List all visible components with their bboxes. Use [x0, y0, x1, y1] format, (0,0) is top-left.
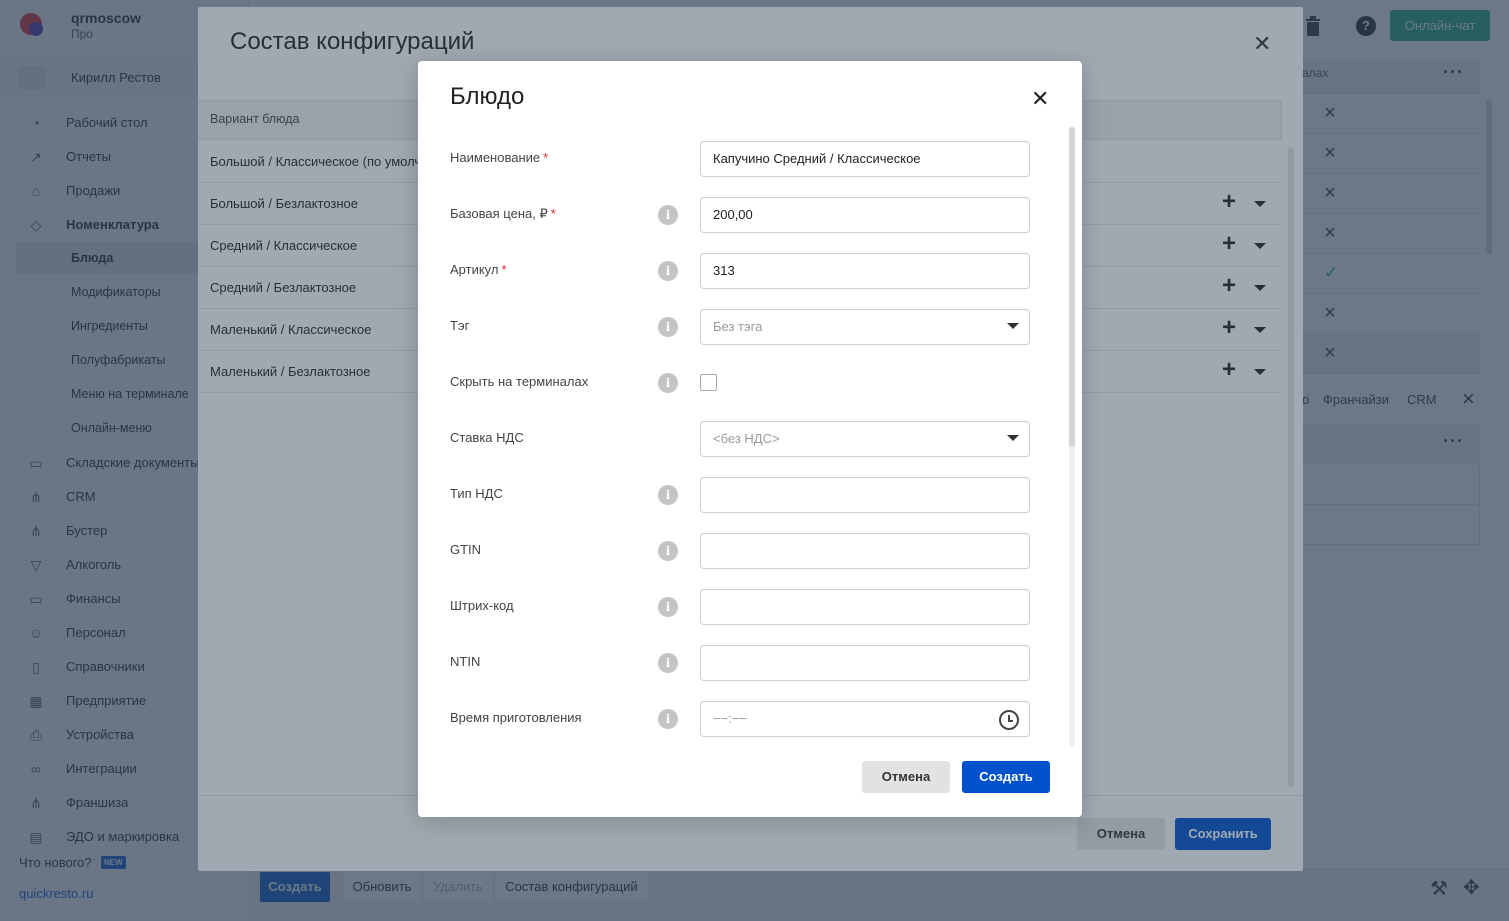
- field-label-cook-time: Время приготовления: [450, 710, 582, 725]
- create-button[interactable]: Создать: [962, 761, 1050, 793]
- hide-on-terminals-checkbox[interactable]: [700, 374, 717, 391]
- chevron-down-icon: [1007, 323, 1019, 329]
- tag-select-value: Без тэга: [713, 319, 763, 334]
- info-icon[interactable]: i: [658, 485, 678, 505]
- sku-input[interactable]: 313: [700, 253, 1030, 289]
- info-icon[interactable]: i: [658, 261, 678, 281]
- required-mark: *: [550, 206, 556, 221]
- info-icon[interactable]: i: [658, 205, 678, 225]
- field-label-tag: Тэг: [450, 318, 470, 333]
- ntin-input[interactable]: [700, 645, 1030, 681]
- info-icon[interactable]: i: [658, 653, 678, 673]
- info-icon[interactable]: i: [658, 373, 678, 393]
- field-label-ntin: NTIN: [450, 654, 481, 669]
- dialog-title: Блюдо: [450, 83, 525, 110]
- clock-icon[interactable]: [999, 710, 1019, 730]
- vat-type-input[interactable]: [700, 477, 1030, 513]
- scrollbar[interactable]: [1069, 127, 1075, 447]
- info-icon[interactable]: i: [658, 709, 678, 729]
- info-icon[interactable]: i: [658, 597, 678, 617]
- field-label-price: Базовая цена, ₽ *: [450, 206, 556, 221]
- barcode-input[interactable]: [700, 589, 1030, 625]
- field-label-vat-type: Тип НДС: [450, 486, 503, 501]
- vat-rate-select-value: <без НДС>: [713, 431, 780, 446]
- required-mark: *: [501, 262, 507, 277]
- field-label-barcode: Штрих-код: [450, 598, 514, 613]
- info-icon[interactable]: i: [658, 541, 678, 561]
- gtin-input[interactable]: [700, 533, 1030, 569]
- required-mark: *: [543, 150, 549, 165]
- name-input[interactable]: Капучино Средний / Классическое: [700, 141, 1030, 177]
- cook-time-input[interactable]: −−:−−: [700, 701, 1030, 737]
- vat-rate-select[interactable]: <без НДС>: [700, 421, 1030, 457]
- price-input[interactable]: 200,00: [700, 197, 1030, 233]
- app-root: qrmoscow Про Кирилл Рестов ◔ Рабочий стол…: [0, 0, 1509, 921]
- field-label-hide: Скрыть на терминалах: [450, 374, 589, 389]
- info-icon[interactable]: i: [658, 317, 678, 337]
- cancel-button[interactable]: Отмена: [862, 761, 950, 793]
- field-label-vat-rate: Ставка НДС: [450, 430, 524, 445]
- chevron-down-icon: [1007, 435, 1019, 441]
- field-label-name: Наименование *: [450, 150, 549, 165]
- field-label-sku: Артикул *: [450, 262, 507, 277]
- close-icon[interactable]: ✕: [1031, 88, 1049, 110]
- field-label-gtin: GTIN: [450, 542, 482, 557]
- cook-time-placeholder: −−:−−: [713, 711, 747, 726]
- dish-dialog: Блюдо ✕ Наименование * Капучино Средний /…: [418, 61, 1082, 817]
- tag-select[interactable]: Без тэга: [700, 309, 1030, 345]
